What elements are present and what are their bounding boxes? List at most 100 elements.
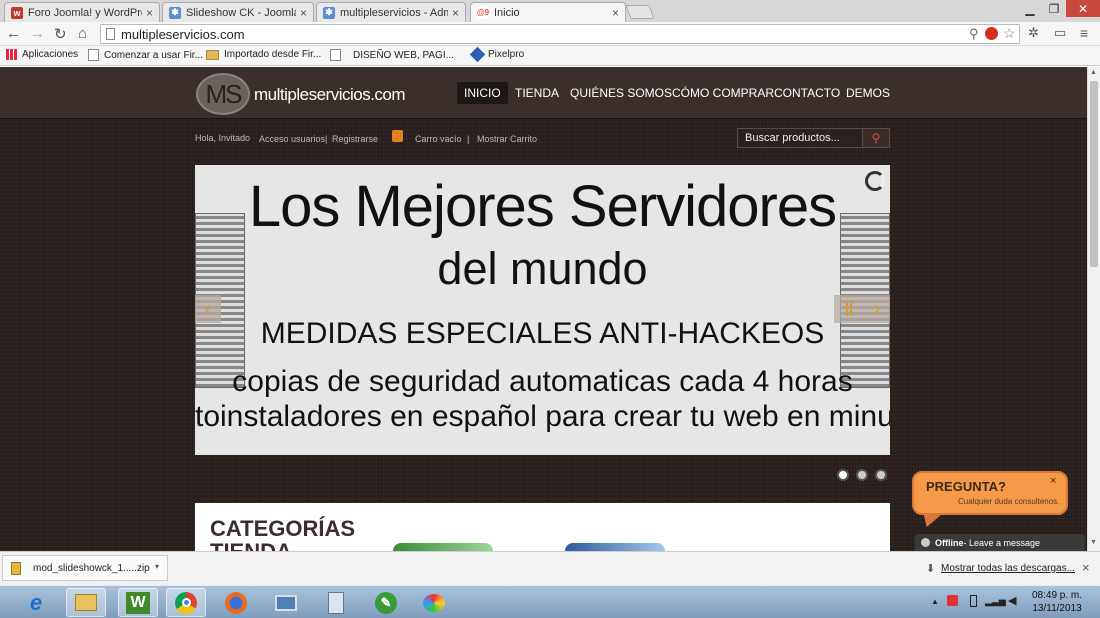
joomla-favicon-icon: ✱ bbox=[169, 6, 181, 19]
extension-icon[interactable] bbox=[985, 27, 998, 40]
antivirus-tray-icon[interactable] bbox=[947, 595, 958, 606]
notepad-plus-icon[interactable]: ✎ bbox=[366, 588, 406, 617]
chat-status-bar[interactable]: Offline - Leave a message bbox=[915, 534, 1085, 551]
loading-spinner-icon bbox=[865, 171, 885, 191]
cart-status: Carro vacío bbox=[415, 134, 462, 144]
search-button[interactable]: ⚲ bbox=[862, 128, 890, 148]
slide-headline: Los Mejores Servidores bbox=[248, 174, 837, 239]
bookmark-pixelpro[interactable]: Pixelpro bbox=[469, 46, 525, 63]
tab-foro-joomla[interactable]: w Foro Joomla! y WordPress × bbox=[4, 2, 160, 22]
ms-favicon-icon: @9 bbox=[476, 6, 490, 19]
tab-multipleservicios-admin[interactable]: ✱ multipleservicios - Admin × bbox=[316, 2, 466, 22]
bookmark-diseno-web[interactable]: DISEÑO WEB, PAGI... bbox=[330, 49, 454, 61]
minimize-icon[interactable]: ▁ bbox=[1018, 0, 1042, 17]
chat-close-icon[interactable]: × bbox=[1050, 475, 1056, 487]
paint-icon[interactable] bbox=[414, 588, 454, 617]
close-tab-icon[interactable]: × bbox=[612, 6, 619, 20]
product-box-image[interactable] bbox=[565, 543, 665, 551]
chrome-icon[interactable] bbox=[166, 588, 206, 617]
clock-date: 13/11/2013 bbox=[1032, 603, 1082, 614]
menu-demos[interactable]: DEMOS bbox=[839, 82, 897, 104]
volume-icon[interactable]: ◀ bbox=[1008, 594, 1016, 607]
close-tab-icon[interactable]: × bbox=[452, 6, 459, 20]
new-tab-button[interactable] bbox=[625, 5, 655, 19]
bookmark-label: Importado desde Fir... bbox=[224, 49, 322, 60]
slide-dot-3[interactable] bbox=[875, 469, 887, 481]
download-bar: mod_slideshowck_1.....zip ▾ ⬇ Mostrar to… bbox=[0, 551, 1100, 585]
star-icon[interactable]: ☆ bbox=[1003, 25, 1016, 42]
slide-line-installers: toinstaladores en español para crear tu … bbox=[195, 400, 890, 433]
show-all-downloads-link[interactable]: Mostrar todas las descargas... bbox=[941, 563, 1075, 574]
clock-time: 08:49 p. m. bbox=[1031, 590, 1083, 601]
forward-arrow-icon[interactable]: → bbox=[30, 25, 45, 42]
network-signal-icon[interactable]: ▂▃▅ bbox=[985, 596, 1006, 607]
webmatrix-icon[interactable]: W bbox=[118, 588, 158, 617]
scroll-down-icon[interactable]: ▼ bbox=[1090, 539, 1097, 546]
bookmark-comenzar[interactable]: Comenzar a usar Fir... bbox=[88, 49, 203, 61]
system-clock[interactable]: 08:49 p. m. 13/11/2013 bbox=[1028, 589, 1086, 615]
tab-inicio[interactable]: @9 Inicio × bbox=[470, 2, 626, 22]
chat-widget[interactable]: PREGUNTA? Cualquier duda consultenos. × bbox=[912, 471, 1068, 515]
slide-dot-2[interactable] bbox=[856, 469, 868, 481]
restore-icon[interactable]: ❐ bbox=[1042, 0, 1066, 17]
browser-tab-bar: w Foro Joomla! y WordPress × ✱ Slideshow… bbox=[0, 0, 1100, 22]
browser-toolbar: ← → ↻ ⌂ multipleservicios.com ⚲ ☆ ✲ ▭ ≡ bbox=[0, 22, 1100, 46]
chat-status-text: - Leave a message bbox=[963, 537, 1041, 548]
scrollbar-thumb[interactable] bbox=[1090, 81, 1098, 267]
scroll-up-icon[interactable]: ▲ bbox=[1090, 69, 1097, 76]
close-tab-icon[interactable]: × bbox=[146, 6, 153, 20]
bookmark-label: DISEÑO WEB, PAGI... bbox=[353, 49, 454, 61]
tab-slideshow-ck[interactable]: ✱ Slideshow CK - Joomla! Ex × bbox=[162, 2, 314, 22]
reload-icon[interactable]: ↻ bbox=[54, 25, 67, 43]
close-tab-icon[interactable]: × bbox=[300, 6, 307, 20]
bookmark-apps[interactable]: Aplicaciones bbox=[6, 49, 78, 60]
bookmark-importado[interactable]: Importado desde Fir... bbox=[206, 49, 321, 60]
window-icon[interactable]: ▭ bbox=[1054, 25, 1066, 41]
address-bar[interactable]: multipleservicios.com ⚲ ☆ bbox=[100, 24, 1020, 44]
slide-line-antihackeo: MEDIDAS ESPECIALES ANTI-HACKEOS bbox=[260, 317, 825, 350]
file-explorer-icon[interactable] bbox=[66, 588, 106, 617]
tab-title: Foro Joomla! y WordPress bbox=[28, 6, 142, 19]
chat-bubble-tail bbox=[916, 513, 944, 527]
register-link[interactable]: Registrarse bbox=[332, 134, 378, 144]
menu-inicio[interactable]: INICIO bbox=[457, 82, 508, 104]
chat-title: PREGUNTA? bbox=[926, 479, 1006, 494]
page-scrollbar[interactable]: ▲ ▼ bbox=[1087, 67, 1100, 551]
show-cart-link[interactable]: Mostrar Carrito bbox=[477, 134, 537, 144]
menu-quienes-somos[interactable]: QUIÉNES SOMOS bbox=[563, 82, 679, 104]
firefox-icon[interactable] bbox=[216, 588, 256, 617]
url-text: multipleservicios.com bbox=[121, 26, 245, 42]
categories-subheading: TIENDA bbox=[210, 540, 355, 551]
close-window-icon[interactable]: ✕ bbox=[1066, 0, 1100, 17]
slide-dot-1[interactable] bbox=[837, 469, 849, 481]
network-computer-icon[interactable] bbox=[266, 588, 306, 617]
login-link[interactable]: Acceso usuarios bbox=[259, 134, 325, 144]
close-download-bar-icon[interactable]: × bbox=[1082, 560, 1090, 575]
dropdown-arrow-icon[interactable]: ▾ bbox=[155, 562, 159, 571]
w-favicon-icon: w bbox=[11, 6, 23, 19]
product-box-image[interactable] bbox=[393, 543, 493, 551]
menu-tienda[interactable]: TIENDA bbox=[508, 82, 566, 104]
slider-pause-icon[interactable]: Ⅱ bbox=[834, 295, 864, 323]
home-icon[interactable]: ⌂ bbox=[78, 25, 87, 42]
calculator-icon[interactable] bbox=[316, 588, 356, 617]
apps-icon bbox=[6, 49, 17, 60]
site-logo-text[interactable]: multipleservicios.com bbox=[254, 85, 406, 105]
internet-explorer-icon[interactable]: e bbox=[16, 588, 56, 617]
puzzle-icon[interactable]: ✲ bbox=[1028, 25, 1039, 41]
slider-prev-arrow-icon[interactable]: ‹ bbox=[195, 295, 221, 323]
product-search-input[interactable]: Buscar productos... bbox=[737, 128, 863, 148]
menu-contacto[interactable]: CONTACTO bbox=[767, 82, 847, 104]
back-arrow-icon[interactable]: ← bbox=[6, 25, 21, 42]
search-icon: ⚲ bbox=[871, 131, 881, 145]
bookmark-label: Aplicaciones bbox=[22, 49, 79, 60]
show-hidden-icons-icon[interactable]: ▲ bbox=[931, 597, 939, 606]
site-logo-mark[interactable]: MS bbox=[196, 73, 250, 115]
search-icon[interactable]: ⚲ bbox=[969, 26, 979, 42]
download-item[interactable]: mod_slideshowck_1.....zip ▾ bbox=[2, 555, 168, 581]
battery-icon[interactable] bbox=[970, 595, 977, 607]
menu-como-comprar[interactable]: CÓMO COMPRAR bbox=[665, 82, 781, 104]
bookmark-label: Pixelpro bbox=[488, 49, 525, 60]
slider-next-arrow-icon[interactable]: › bbox=[864, 295, 890, 323]
menu-icon[interactable]: ≡ bbox=[1080, 25, 1088, 41]
